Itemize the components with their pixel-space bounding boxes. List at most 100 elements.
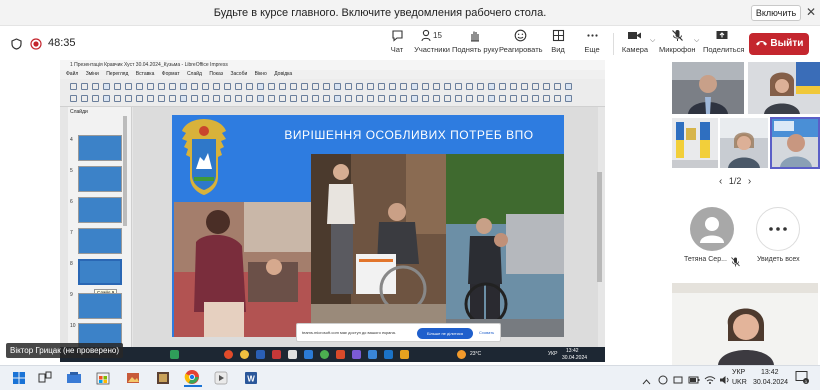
shared-screen-scrollbar[interactable] [597,172,602,282]
impress-tool-icon[interactable] [334,95,341,102]
impress-tool-icon[interactable] [477,95,484,102]
chevron-right-icon[interactable]: › [748,176,751,187]
impress-tool-icon[interactable] [147,95,154,102]
participants-button[interactable]: 15 Участники [414,29,450,54]
media-player-icon[interactable] [214,371,228,390]
impress-tool-icon[interactable] [301,83,308,90]
impress-tool-icon[interactable] [345,83,352,90]
impress-tool-icon[interactable] [103,83,110,90]
impress-tool-icon[interactable] [543,83,550,90]
impress-tool-icon[interactable] [499,95,506,102]
impress-tool-icon[interactable] [532,83,539,90]
impress-tool-icon[interactable] [422,83,429,90]
leave-button[interactable]: Выйти [749,33,809,55]
impress-tool-icon[interactable] [191,95,198,102]
impress-tool-icon[interactable] [378,95,385,102]
input-language-top[interactable]: УКР [732,369,745,376]
menu-item[interactable]: Показ [209,71,223,77]
impress-tool-icon[interactable] [389,95,396,102]
impress-tool-icon[interactable] [356,95,363,102]
impress-tool-icon[interactable] [213,83,220,90]
participant-avatar[interactable] [690,207,734,251]
more-button[interactable]: Еще [580,29,604,54]
impress-tool-icon[interactable] [433,83,440,90]
current-slide[interactable]: ВИРІШЕННЯ ОСОБЛИВИХ ПОТРЕБ ВПО [172,115,564,337]
impress-tool-icon[interactable] [323,95,330,102]
impress-tool-icon[interactable] [422,95,429,102]
photos-app-icon[interactable] [126,371,140,390]
impress-tool-icon[interactable] [444,83,451,90]
participant-video-active[interactable] [770,117,820,169]
impress-tool-icon[interactable] [81,83,88,90]
impress-tool-icon[interactable] [521,83,528,90]
impress-tool-icon[interactable] [532,95,539,102]
impress-tool-icon[interactable] [246,83,253,90]
impress-tool-icon[interactable] [268,95,275,102]
react-button[interactable]: Реагировать [499,29,543,54]
battery-icon[interactable] [688,372,700,390]
impress-tool-icon[interactable] [70,95,77,102]
impress-tool-icon[interactable] [444,95,451,102]
impress-tool-icon[interactable] [81,95,88,102]
shield-icon[interactable] [11,37,22,55]
impress-tool-icon[interactable] [554,95,561,102]
impress-tool-icon[interactable] [565,83,572,90]
self-view-video[interactable] [672,283,818,365]
impress-tool-icon[interactable] [400,83,407,90]
microphone-button[interactable]: Микрофон [659,29,696,54]
impress-tool-icon[interactable] [389,83,396,90]
impress-tool-icon[interactable] [235,95,242,102]
see-all-button[interactable] [756,207,800,251]
impress-tool-icon[interactable] [466,95,473,102]
impress-tool-icon[interactable] [191,83,198,90]
impress-tool-icon[interactable] [224,83,231,90]
participant-video[interactable] [672,62,744,114]
impress-tool-icon[interactable] [543,95,550,102]
participant-video[interactable] [672,118,718,168]
impress-tool-icon[interactable] [125,83,132,90]
impress-tool-icon[interactable] [125,95,132,102]
impress-tool-icon[interactable] [70,83,77,90]
impress-tool-icon[interactable] [246,95,253,102]
chevron-up-icon[interactable] [642,373,651,390]
slide-thumbnail[interactable] [78,166,122,192]
impress-tool-icon[interactable] [312,83,319,90]
menu-item[interactable]: Перегляд [106,71,128,77]
impress-tool-icon[interactable] [279,83,286,90]
impress-tool-icon[interactable] [521,95,528,102]
impress-tool-icon[interactable] [136,83,143,90]
close-icon[interactable]: ✕ [806,5,816,19]
hide-notice-link[interactable]: Сховать [479,330,494,335]
impress-tool-icon[interactable] [257,83,264,90]
menu-item[interactable]: Файл [66,71,78,77]
impress-tool-icon[interactable] [92,83,99,90]
impress-tool-icon[interactable] [411,95,418,102]
impress-tool-icon[interactable] [202,83,209,90]
impress-tool-icon[interactable] [103,95,110,102]
windows-start-icon[interactable] [12,371,26,390]
impress-tool-icon[interactable] [488,95,495,102]
menu-item[interactable]: Слайд [187,71,202,77]
enable-notifications-button[interactable]: Включить [751,5,801,21]
impress-tool-icon[interactable] [466,83,473,90]
impress-tool-icon[interactable] [224,95,231,102]
store-app-icon[interactable] [96,371,110,390]
wifi-icon[interactable] [704,372,716,390]
raise-hand-button[interactable]: Поднять руку [452,29,498,54]
media-app-icon[interactable] [156,371,170,390]
input-language-bottom[interactable]: UKR [732,379,747,386]
clock-time[interactable]: 13:42 [761,369,779,376]
impress-tool-icon[interactable] [180,83,187,90]
volume-icon[interactable] [719,372,730,390]
view-button[interactable]: Вид [547,29,569,54]
chrome-app-icon[interactable] [184,369,202,387]
impress-tool-icon[interactable] [169,95,176,102]
impress-tool-icon[interactable] [312,95,319,102]
impress-tool-icon[interactable] [290,95,297,102]
impress-tool-icon[interactable] [147,83,154,90]
impress-tool-icon[interactable] [279,95,286,102]
participant-video[interactable] [720,118,768,168]
menu-item[interactable]: Формат [162,71,180,77]
impress-tool-icon[interactable] [356,83,363,90]
impress-tool-icon[interactable] [301,95,308,102]
